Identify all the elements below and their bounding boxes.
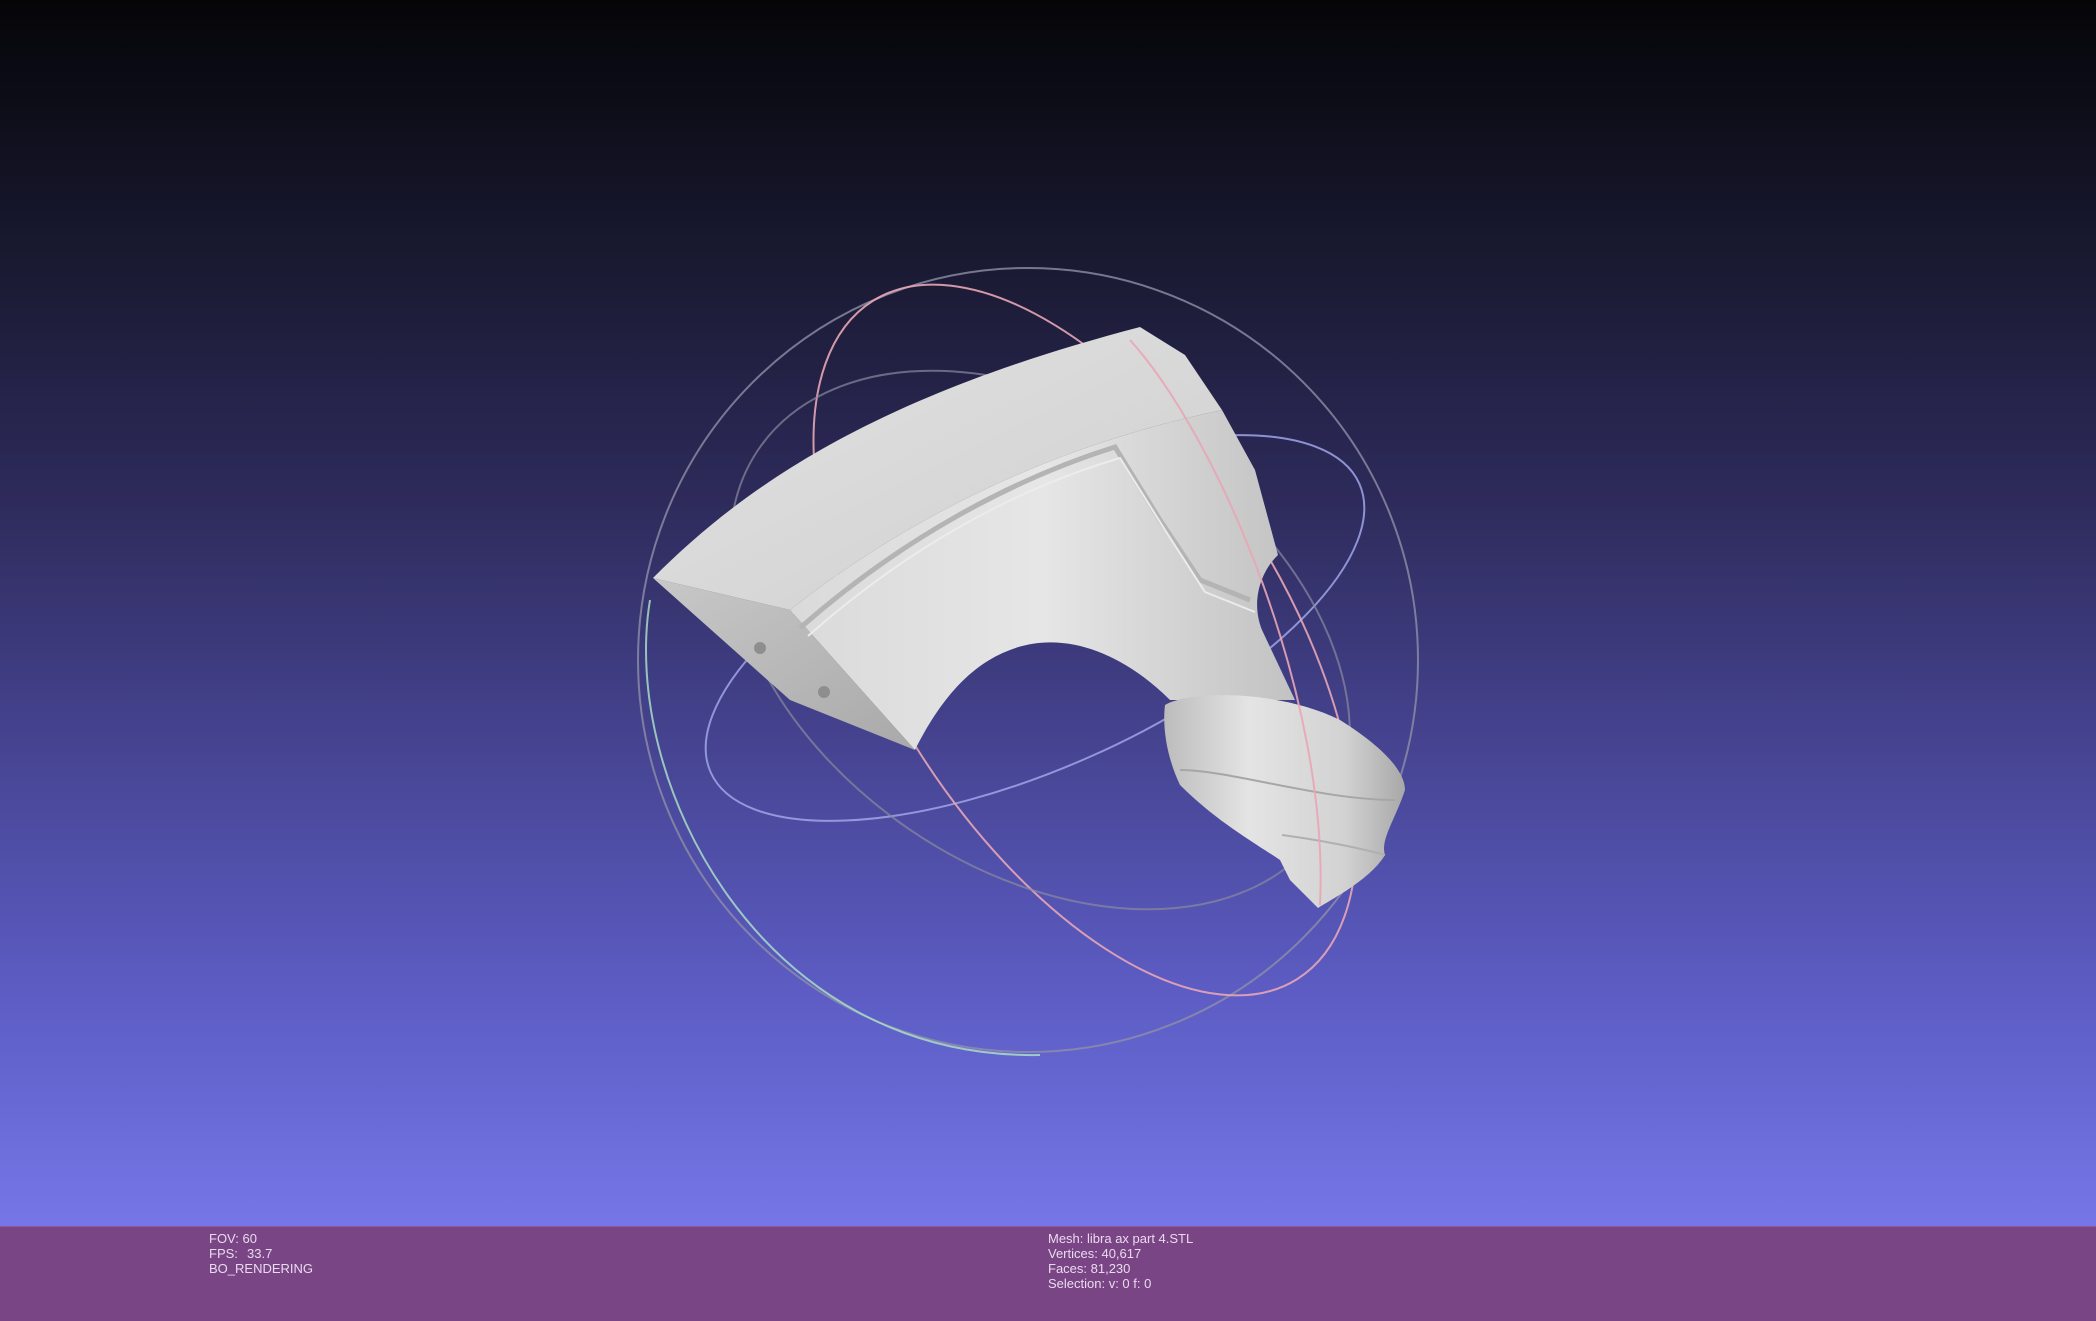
3d-viewport[interactable]	[0, 0, 2096, 1226]
render-mode: BO_RENDERING	[209, 1261, 314, 1276]
fov-readout: FOV: 60	[209, 1231, 257, 1246]
mesh-scene[interactable]	[0, 0, 2096, 1226]
fps-readout: FPS: 33.7	[209, 1246, 313, 1261]
fps-value: 33.7	[247, 1246, 273, 1261]
status-info-bar: FOV: 60 FPS: 33.7 BO_RENDERING Mesh: libr…	[0, 1226, 2096, 1321]
mesh-handle-socket	[1164, 695, 1405, 908]
mesh-hole	[818, 686, 830, 698]
selection-info: Selection: v: 0 f: 0	[1048, 1276, 1152, 1291]
vertex-count: Vertices: 40,617	[1048, 1246, 1142, 1261]
mesh-model	[653, 327, 1405, 908]
fps-label: FPS:	[209, 1246, 238, 1261]
face-count: Faces: 81,230	[1048, 1261, 1131, 1276]
render-info: FOV: 60 FPS: 33.7 BO_RENDERING	[209, 1231, 313, 1276]
mesh-info: Mesh: libra ax part 4.STL Vertices: 40,6…	[1048, 1231, 1193, 1291]
mesh-name: Mesh: libra ax part 4.STL	[1048, 1231, 1194, 1246]
mesh-hole	[754, 642, 766, 654]
